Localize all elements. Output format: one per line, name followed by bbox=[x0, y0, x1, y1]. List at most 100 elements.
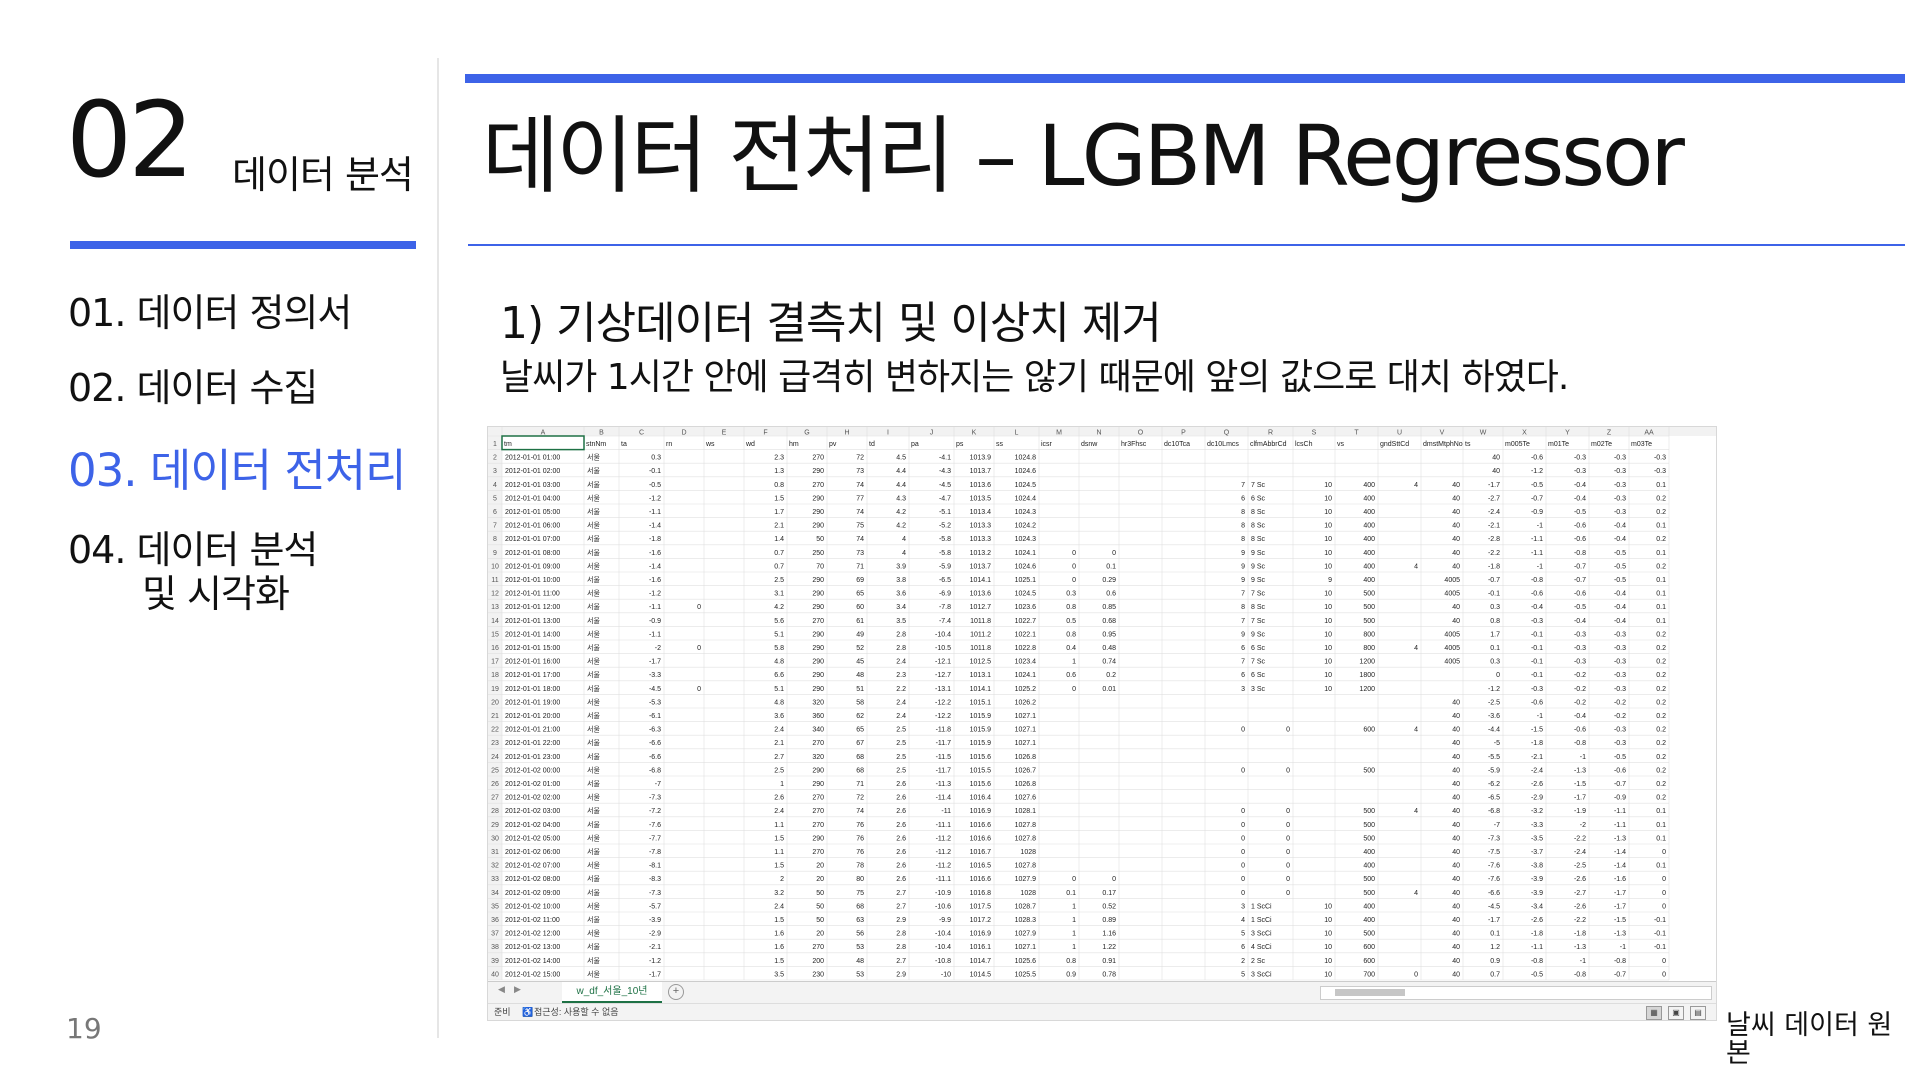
data-cell: 2012-01-01 12:00 bbox=[505, 604, 560, 611]
data-cell: -2.6 bbox=[1574, 903, 1586, 910]
data-cell: 1011.2 bbox=[970, 631, 991, 638]
data-cell: 2.4 bbox=[774, 808, 784, 815]
header-cell: gndSttCd bbox=[1380, 441, 1409, 448]
data-cell: 1.6 bbox=[774, 931, 784, 938]
data-cell: 2012-01-01 20:00 bbox=[505, 713, 560, 720]
tab-next-icon[interactable]: ▶ bbox=[514, 984, 521, 995]
nav-item-data-collection[interactable]: 02. 데이터 수집 bbox=[68, 366, 318, 411]
data-cell: 0.2 bbox=[1656, 754, 1666, 761]
column-letter: O bbox=[1138, 430, 1144, 437]
data-cell: -1.7 bbox=[1574, 795, 1586, 802]
data-cell: 270 bbox=[812, 944, 824, 951]
data-cell: -12.1 bbox=[935, 659, 951, 666]
normal-view-icon[interactable]: ▦ bbox=[1646, 1006, 1662, 1020]
data-cell: 230 bbox=[812, 971, 824, 978]
data-cell: 0 bbox=[1662, 876, 1666, 883]
nav-item-data-preprocessing[interactable]: 03. 데이터 전처리 bbox=[68, 444, 407, 497]
data-cell: 290 bbox=[812, 835, 824, 842]
data-cell: -1.1 bbox=[1531, 550, 1543, 557]
nav-item-data-analysis[interactable]: 04. 데이터 분석 bbox=[68, 528, 318, 573]
column-letter: S bbox=[1312, 430, 1317, 437]
nav-item-visualization[interactable]: 및 시각화 bbox=[142, 572, 290, 617]
row-number: 16 bbox=[491, 645, 499, 652]
status-accessibility[interactable]: 접근성: 사용할 수 없음 bbox=[534, 1004, 619, 1020]
data-cell: -0.4 bbox=[1614, 604, 1626, 611]
data-cell: 0.2 bbox=[1656, 767, 1666, 774]
data-cell: -0.9 bbox=[1614, 795, 1626, 802]
row-number: 40 bbox=[491, 971, 499, 978]
data-cell: -0.3 bbox=[1531, 618, 1543, 625]
data-cell: 1027.8 bbox=[1015, 822, 1037, 829]
add-sheet-icon[interactable]: + bbox=[668, 984, 684, 1000]
data-cell: -1 bbox=[1580, 958, 1586, 965]
data-cell: 56 bbox=[856, 931, 864, 938]
nav-item-data-definition[interactable]: 01. 데이터 정의서 bbox=[68, 291, 352, 336]
row-number: 34 bbox=[491, 890, 499, 897]
data-cell: 76 bbox=[856, 835, 864, 842]
data-cell: 1014.1 bbox=[970, 686, 992, 693]
horizontal-scrollbar[interactable] bbox=[1320, 986, 1712, 1000]
header-cell: m005Te bbox=[1505, 441, 1530, 448]
scrollbar-thumb[interactable] bbox=[1335, 989, 1405, 996]
data-cell: -2.2 bbox=[1574, 917, 1586, 924]
data-cell: 600 bbox=[1363, 958, 1375, 965]
data-cell: 6 bbox=[1241, 672, 1245, 679]
data-cell: -1.8 bbox=[649, 536, 661, 543]
tab-prev-icon[interactable]: ◀ bbox=[498, 984, 505, 995]
data-cell: 1 bbox=[1072, 659, 1076, 666]
data-cell: -5.3 bbox=[649, 699, 661, 706]
data-cell: 270 bbox=[812, 740, 824, 747]
data-cell: -0.5 bbox=[649, 482, 661, 489]
header-cell: m01Te bbox=[1548, 441, 1569, 448]
data-cell: -11.7 bbox=[936, 740, 952, 747]
data-cell: 2012-01-02 14:00 bbox=[505, 958, 560, 965]
data-cell: 10 bbox=[1324, 591, 1332, 598]
data-cell: 서울 bbox=[587, 575, 600, 584]
data-cell: 0 bbox=[1286, 767, 1290, 774]
data-cell: 2.8 bbox=[896, 931, 906, 938]
data-cell: 2012-01-01 04:00 bbox=[505, 495, 560, 502]
data-cell: 0.2 bbox=[1656, 659, 1666, 666]
data-cell: -11.8 bbox=[936, 727, 952, 734]
column-letter: B bbox=[599, 430, 604, 437]
data-cell: 1023.6 bbox=[1015, 604, 1037, 611]
data-cell: 0 bbox=[1662, 971, 1666, 978]
sheet-tab[interactable]: w_df_서울_10년 bbox=[562, 982, 662, 1003]
column-letter: D bbox=[681, 430, 686, 437]
data-cell: 1016.5 bbox=[970, 863, 992, 870]
status-bar: 준비 ♿ 접근성: 사용할 수 없음 ▦ ▣ ▤ bbox=[488, 1003, 1716, 1020]
page-break-icon[interactable]: ▤ bbox=[1690, 1006, 1706, 1020]
page-number: 19 bbox=[66, 1012, 102, 1045]
data-cell: 8 bbox=[1241, 536, 1245, 543]
data-cell: 4 bbox=[1414, 890, 1418, 897]
data-cell: 1016.1 bbox=[970, 944, 992, 951]
selected-cell bbox=[501, 435, 585, 451]
column-letter: V bbox=[1440, 430, 1445, 437]
page-layout-icon[interactable]: ▣ bbox=[1668, 1006, 1684, 1020]
data-cell: 0.1 bbox=[1656, 808, 1666, 815]
data-cell: 1027.9 bbox=[1015, 931, 1037, 938]
data-cell: 서울 bbox=[587, 874, 600, 883]
data-cell: 1027.1 bbox=[1015, 727, 1037, 734]
data-cell: 40 bbox=[1452, 890, 1460, 897]
data-cell: 1024.6 bbox=[1015, 563, 1037, 570]
row-number: 6 bbox=[493, 509, 497, 516]
data-cell: 0.3 bbox=[651, 455, 661, 462]
data-cell: 400 bbox=[1363, 917, 1375, 924]
data-cell: 1015.6 bbox=[970, 754, 992, 761]
data-cell: 500 bbox=[1363, 618, 1375, 625]
data-cell: -2.5 bbox=[1574, 863, 1586, 870]
data-cell: 0 bbox=[1112, 876, 1116, 883]
data-cell: -2.7 bbox=[1574, 890, 1586, 897]
header-cell: lcsCh bbox=[1295, 441, 1313, 448]
data-cell: -2 bbox=[655, 645, 661, 652]
column-letter: T bbox=[1354, 430, 1359, 437]
data-cell: 1.5 bbox=[774, 495, 784, 502]
data-cell: -0.3 bbox=[1654, 468, 1666, 475]
data-cell: -2 bbox=[1580, 822, 1586, 829]
data-cell: 8 Sc bbox=[1251, 604, 1266, 611]
data-cell: -7 bbox=[1494, 822, 1500, 829]
data-cell: -1.8 bbox=[1488, 563, 1500, 570]
data-cell: 서울 bbox=[587, 629, 600, 638]
data-cell: -1 bbox=[1620, 944, 1626, 951]
